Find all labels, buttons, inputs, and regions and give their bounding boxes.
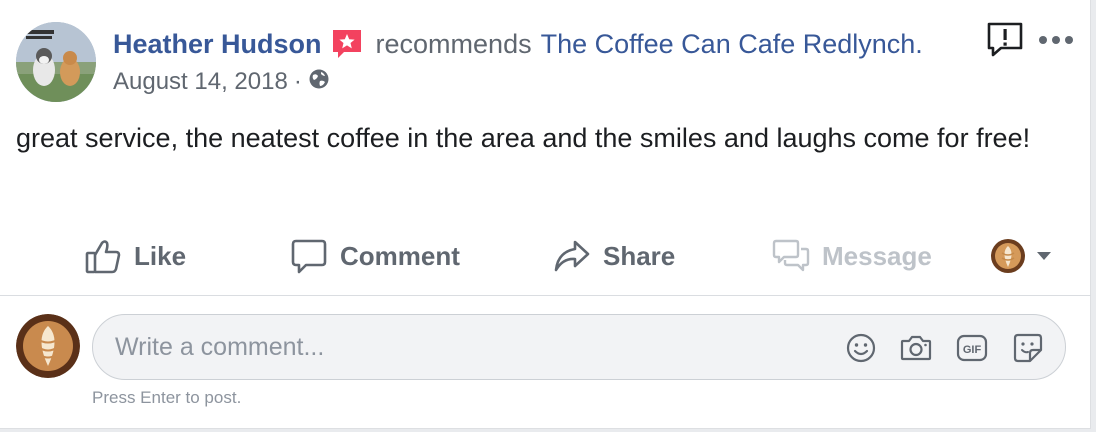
post-card: Heather Hudson recommends The Coffee Can… xyxy=(0,0,1091,429)
message-button[interactable]: Message xyxy=(772,228,932,284)
meta-separator: · xyxy=(293,68,302,95)
post-action-bar: Like Comment Share Message xyxy=(0,228,1091,284)
share-arrow-icon xyxy=(554,240,590,272)
comment-label: Comment xyxy=(340,240,460,271)
emoji-icon[interactable] xyxy=(844,331,878,365)
post-body-text: great service, the neatest coffee in the… xyxy=(16,123,1031,153)
post-meta: August 14, 2018 · xyxy=(113,66,330,98)
press-enter-hint: Press Enter to post. xyxy=(92,388,242,407)
message-bubbles-icon xyxy=(772,239,810,272)
commenter-avatar[interactable] xyxy=(16,314,80,378)
gif-icon[interactable]: GIF xyxy=(955,331,989,365)
sticker-icon[interactable] xyxy=(1011,331,1045,365)
globe-icon[interactable] xyxy=(308,68,330,97)
thumbs-up-icon xyxy=(85,240,121,274)
recommends-label: recommends xyxy=(375,28,532,59)
page-name-link[interactable]: The Coffee Can Cafe Redlynch. xyxy=(541,29,923,60)
like-label: Like xyxy=(134,240,187,271)
recommendation-star-icon xyxy=(330,27,364,61)
share-label: Share xyxy=(603,240,676,271)
camera-icon[interactable] xyxy=(899,331,933,365)
comment-composer: GIF xyxy=(92,314,1066,380)
like-button[interactable]: Like xyxy=(84,228,186,284)
divider xyxy=(0,295,1091,296)
chevron-down-icon xyxy=(1037,252,1051,260)
svg-text:GIF: GIF xyxy=(963,344,982,356)
author-avatar[interactable] xyxy=(16,22,96,102)
more-options-icon[interactable] xyxy=(1037,30,1077,50)
author-name-link[interactable]: Heather Hudson xyxy=(113,29,322,60)
post-as-selector[interactable] xyxy=(990,228,1066,284)
report-icon[interactable] xyxy=(985,20,1025,60)
share-button[interactable]: Share xyxy=(553,228,675,284)
comment-input[interactable] xyxy=(115,329,815,365)
post-header: Heather Hudson recommends The Coffee Can… xyxy=(113,24,923,64)
page-avatar-icon xyxy=(991,239,1025,273)
comment-button[interactable]: Comment xyxy=(290,228,460,284)
comment-bubble-icon xyxy=(291,239,327,274)
message-label: Message xyxy=(822,240,932,271)
post-timestamp[interactable]: August 14, 2018 xyxy=(113,68,288,96)
